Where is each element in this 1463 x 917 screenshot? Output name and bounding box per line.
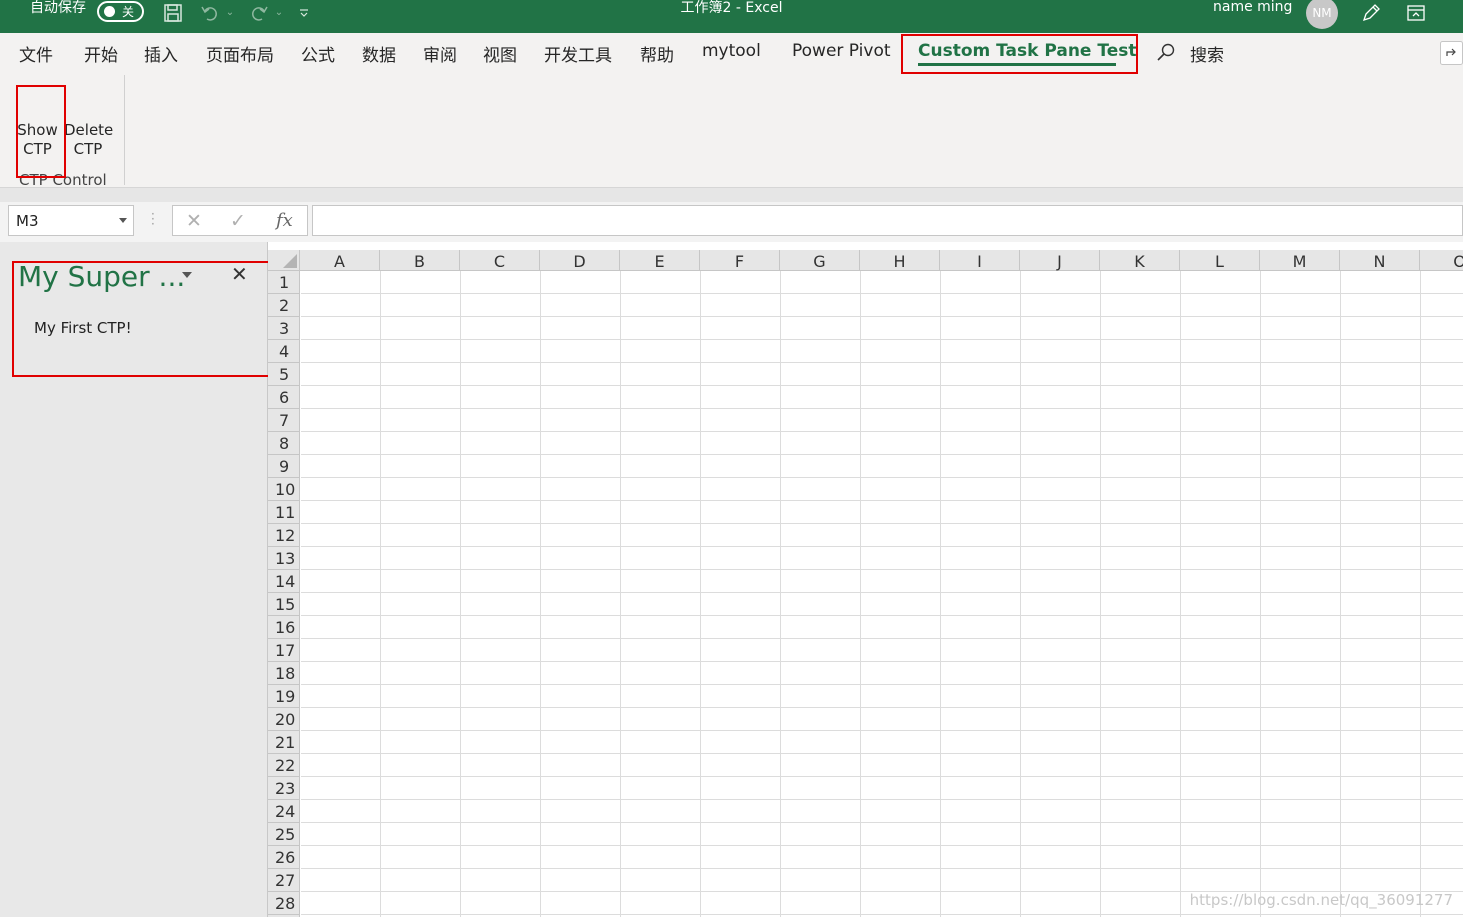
column-header[interactable]: D [540,250,620,271]
name-box[interactable]: M3 [8,205,134,236]
user-name[interactable]: name ming [1213,0,1292,23]
column-header[interactable]: E [620,250,700,271]
delete-ctp-label-line2: CTP [73,140,103,158]
column-header[interactable]: C [460,250,540,271]
tab-view[interactable]: 视图 [483,41,517,66]
row-header[interactable]: 4 [268,340,300,363]
enter-icon[interactable]: ✓ [230,210,246,232]
tab-data[interactable]: 数据 [362,41,396,66]
tab-insert[interactable]: 插入 [144,41,178,66]
ribbon-body: Show CTP Delete CTP CTP Control [0,75,1463,189]
row-header[interactable]: 11 [268,501,300,524]
row-headers: 1 2 3 4 5 6 7 8 9 10 11 12 13 14 15 16 17 18 19 20 21 22 23 24 2… [268,271,300,917]
group-separator [124,75,125,185]
avatar[interactable]: NM [1306,0,1338,29]
title-bar: 自动保存 关 ⌄ ⌄ 工作簿2 - Excel name ming NM [0,0,1463,33]
column-header[interactable]: G [780,250,860,271]
ribbon-display-icon[interactable] [1404,0,1428,25]
column-header[interactable]: A [300,250,380,271]
row-header[interactable]: 28 [268,892,300,915]
row-header[interactable]: 17 [268,639,300,662]
row-header[interactable]: 16 [268,616,300,639]
row-header[interactable]: 9 [268,455,300,478]
row-header[interactable]: 15 [268,593,300,616]
row-header[interactable]: 12 [268,524,300,547]
column-header[interactable]: J [1020,250,1100,271]
column-header[interactable]: B [380,250,460,271]
row-header[interactable]: 1 [268,271,300,294]
tab-home[interactable]: 开始 [84,41,118,66]
row-header[interactable]: 2 [268,294,300,317]
row-header[interactable]: 14 [268,570,300,593]
chevron-down-icon[interactable] [119,218,127,223]
watermark: https://blog.csdn.net/qq_36091277 [1189,891,1453,909]
column-header[interactable]: H [860,250,940,271]
row-header[interactable]: 19 [268,685,300,708]
cell-area[interactable] [301,271,1463,917]
column-header[interactable]: F [700,250,780,271]
pen-icon[interactable] [1358,0,1384,25]
tab-formulas[interactable]: 公式 [301,41,335,66]
column-header[interactable]: K [1100,250,1180,271]
column-headers: ABCDEFGHIJKLMNO [300,250,1463,271]
column-header[interactable]: O [1420,250,1463,271]
row-header[interactable]: 26 [268,846,300,869]
worksheet-grid: ABCDEFGHIJKLMNO 1 2 3 4 5 6 7 8 9 10 11 12 13 14 15 16 1… [268,242,1463,917]
row-header[interactable]: 27 [268,869,300,892]
highlight-box-show-ctp [16,85,66,178]
row-header[interactable]: 7 [268,409,300,432]
row-header[interactable]: 23 [268,777,300,800]
formula-bar: M3 · · · ✕ ✓ fx [0,202,1463,242]
ribbon-gap [0,188,1463,202]
row-header[interactable]: 13 [268,547,300,570]
tab-review[interactable]: 审阅 [423,41,457,66]
row-header[interactable]: 3 [268,317,300,340]
highlight-box-task-pane [12,261,280,377]
highlight-box-tab [901,34,1138,74]
select-all-icon [283,254,297,268]
search-label[interactable]: 搜索 [1190,41,1224,66]
tab-page-layout[interactable]: 页面布局 [206,41,274,66]
share-icon[interactable] [1440,41,1463,70]
column-header[interactable]: M [1260,250,1340,271]
drag-handle-icon[interactable]: · · · [151,208,155,230]
tab-file[interactable]: 文件 [19,41,53,66]
formula-input[interactable] [312,205,1463,236]
column-header[interactable]: I [940,250,1020,271]
row-header[interactable]: 20 [268,708,300,731]
row-header[interactable]: 25 [268,823,300,846]
formula-buttons: ✕ ✓ fx [172,205,308,236]
tab-mytool[interactable]: mytool [702,41,761,61]
row-header[interactable]: 5 [268,363,300,386]
tab-developer[interactable]: 开发工具 [544,41,612,66]
ribbon-tabs: 文件 开始 插入 页面布局 公式 数据 审阅 视图 开发工具 帮助 mytool… [0,33,1463,75]
select-all-button[interactable] [268,250,300,271]
row-header[interactable]: 22 [268,754,300,777]
row-header[interactable]: 10 [268,478,300,501]
search-icon[interactable] [1156,42,1176,67]
tab-power-pivot[interactable]: Power Pivot [792,41,891,61]
cancel-icon[interactable]: ✕ [186,210,202,232]
column-header[interactable]: L [1180,250,1260,271]
row-header[interactable]: 24 [268,800,300,823]
insert-function-icon[interactable]: fx [276,210,293,231]
tab-help[interactable]: 帮助 [640,41,674,66]
delete-ctp-label-line1: Delete [64,121,114,139]
row-header[interactable]: 6 [268,386,300,409]
row-header[interactable]: 8 [268,432,300,455]
row-header[interactable]: 21 [268,731,300,754]
row-header[interactable]: 18 [268,662,300,685]
delete-ctp-button[interactable]: Delete CTP [64,121,114,159]
column-header[interactable]: N [1340,250,1420,271]
name-box-value: M3 [16,212,39,230]
